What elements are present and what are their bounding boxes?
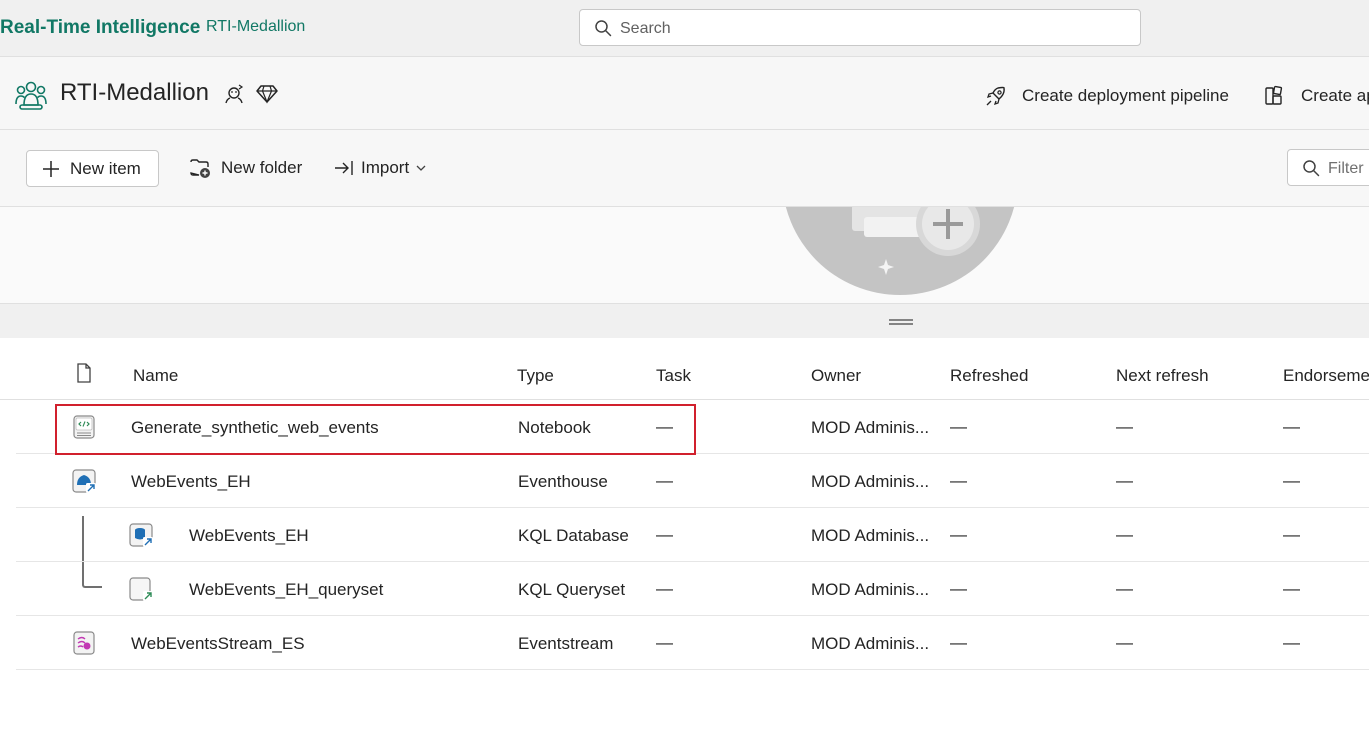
item-name[interactable]: WebEventsStream_ES	[131, 634, 305, 654]
plus-icon	[43, 160, 59, 177]
item-owner: MOD Adminis...	[811, 418, 930, 437]
item-type: Notebook	[518, 418, 591, 437]
item-name[interactable]: WebEvents_EH	[189, 526, 309, 546]
create-deployment-pipeline-label: Create deployment pipeline	[1022, 86, 1229, 105]
item-next-refresh: —	[1116, 579, 1133, 598]
workspace-header: RTI-Medallion Create deployment pipeline…	[0, 57, 1369, 130]
item-name[interactable]: WebEvents_EH_queryset	[189, 580, 383, 600]
top-bar: Real-Time Intelligence RTI-Medallion Sea…	[0, 0, 1369, 57]
item-endorsement: —	[1283, 579, 1300, 598]
kql-database-icon	[129, 523, 153, 547]
search-placeholder: Search	[620, 20, 671, 37]
notebook-icon	[73, 415, 95, 439]
filter-input[interactable]: Filter	[1287, 149, 1369, 186]
import-label: Import	[361, 158, 410, 177]
item-next-refresh: —	[1116, 525, 1133, 544]
app-icon	[1265, 85, 1283, 105]
filter-search-icon	[1303, 160, 1320, 177]
import-dropdown[interactable]: Import	[333, 157, 427, 179]
item-name[interactable]: Generate_synthetic_web_events	[131, 418, 379, 438]
column-header-endorsement[interactable]: Endorsemer	[1283, 366, 1369, 386]
item-type: KQL Database	[518, 526, 629, 545]
table-row[interactable]: WebEvents_EH KQL Database — MOD Adminis.…	[16, 508, 1369, 562]
item-type: KQL Queryset	[518, 580, 626, 599]
column-header-type[interactable]: Type	[517, 366, 554, 386]
eventhouse-icon	[72, 469, 96, 493]
drag-handle-icon[interactable]	[888, 318, 914, 326]
folder-add-icon	[190, 159, 210, 178]
item-endorsement: —	[1283, 525, 1300, 544]
filter-placeholder: Filter	[1328, 160, 1364, 177]
column-header-next-refresh[interactable]: Next refresh	[1116, 366, 1209, 386]
item-type: Eventstream	[518, 634, 614, 653]
item-endorsement: —	[1283, 471, 1300, 490]
item-next-refresh: —	[1116, 417, 1133, 436]
item-endorsement: —	[1283, 417, 1300, 436]
command-bar: New item New folder Import Filter	[0, 130, 1369, 207]
rocket-icon	[986, 86, 1005, 106]
app-name[interactable]: Real-Time Intelligence	[0, 17, 200, 39]
item-refreshed: —	[950, 471, 967, 490]
pane-splitter[interactable]	[0, 304, 1369, 338]
table-header: Name Type Task Owner Refreshed Next refr…	[0, 338, 1369, 400]
chevron-down-icon	[416, 165, 426, 171]
table-row[interactable]: WebEvents_EH Eventhouse — MOD Adminis...…	[16, 454, 1369, 508]
illustration-graphic	[785, 207, 1015, 295]
item-owner: MOD Adminis...	[811, 472, 930, 491]
item-refreshed: —	[950, 525, 967, 544]
new-folder-button[interactable]: New folder	[189, 157, 302, 179]
item-type: Eventhouse	[518, 472, 608, 491]
column-header-owner[interactable]: Owner	[811, 366, 861, 386]
item-next-refresh: —	[1116, 471, 1133, 490]
item-next-refresh: —	[1116, 633, 1133, 652]
premium-diamond-icon[interactable]	[256, 82, 278, 104]
eventstream-icon	[73, 631, 95, 655]
new-item-label: New item	[70, 158, 141, 178]
kql-queryset-icon	[129, 577, 153, 601]
page-title: RTI-Medallion	[60, 79, 209, 106]
table-row[interactable]: WebEventsStream_ES Eventstream — MOD Adm…	[16, 616, 1369, 670]
item-refreshed: —	[950, 417, 967, 436]
item-task: —	[656, 633, 673, 652]
column-header-refreshed[interactable]: Refreshed	[950, 366, 1028, 386]
import-arrow-icon	[335, 161, 353, 175]
file-type-icon	[77, 363, 91, 383]
search-input[interactable]: Search	[579, 9, 1141, 46]
breadcrumb-workspace[interactable]: RTI-Medallion	[206, 18, 305, 36]
column-header-task[interactable]: Task	[656, 366, 691, 386]
item-name[interactable]: WebEvents_EH	[131, 472, 251, 492]
create-deployment-pipeline-button[interactable]: Create deployment pipeline	[985, 83, 1229, 109]
item-task: —	[656, 579, 673, 598]
column-header-name[interactable]: Name	[133, 366, 178, 386]
table-row[interactable]: WebEvents_EH_queryset KQL Queryset — MOD…	[16, 562, 1369, 616]
search-icon	[595, 20, 612, 37]
new-folder-label: New folder	[221, 158, 303, 177]
item-task: —	[656, 471, 673, 490]
workspace-icon	[15, 81, 47, 110]
item-owner: MOD Adminis...	[811, 526, 930, 545]
empty-state-illustration	[0, 207, 1369, 304]
item-task: —	[656, 417, 673, 436]
new-item-button[interactable]: New item	[26, 150, 159, 187]
create-app-button[interactable]: Create ap	[1263, 83, 1369, 109]
item-endorsement: —	[1283, 633, 1300, 652]
item-task: —	[656, 525, 673, 544]
item-refreshed: —	[950, 633, 967, 652]
item-owner: MOD Adminis...	[811, 580, 930, 599]
item-owner: MOD Adminis...	[811, 634, 930, 653]
item-refreshed: —	[950, 579, 967, 598]
table-row[interactable]: Generate_synthetic_web_events Notebook —…	[16, 400, 1369, 454]
create-app-label: Create ap	[1301, 86, 1369, 105]
workspace-identity-icon[interactable]	[222, 82, 246, 106]
